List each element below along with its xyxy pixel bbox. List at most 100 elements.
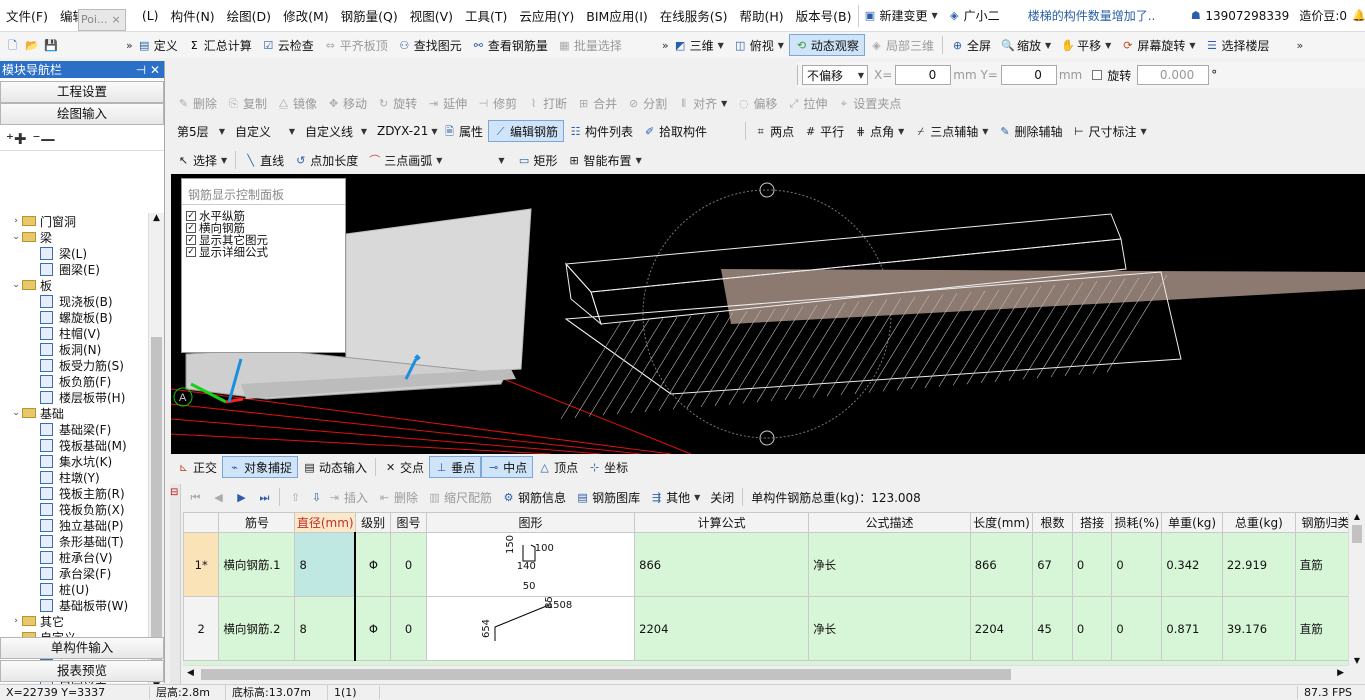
tree-node[interactable]: 板受力筋(S) <box>0 357 148 373</box>
pin-icon[interactable]: ⊣ <box>136 63 146 77</box>
cell-count[interactable]: 67 <box>1032 532 1073 597</box>
tree-node[interactable]: 筏板基础(M) <box>0 437 148 453</box>
user-account[interactable]: ☗ 13907298339 <box>1184 5 1294 27</box>
extend-button[interactable]: ⇥ 延伸 <box>422 92 472 114</box>
rebar-option[interactable]: ✓ 显示详细公式 <box>182 245 345 259</box>
chevron-down-icon[interactable]: ▼ <box>498 156 504 165</box>
object-snap-button[interactable]: ⌁ 对象捕捉 <box>222 456 299 478</box>
expander-icon[interactable]: ⌄ <box>10 408 22 418</box>
cell-total[interactable]: 39.176 <box>1221 596 1296 661</box>
select-button[interactable]: ↖ 选择 ▼ <box>172 149 232 171</box>
tree-node[interactable]: 基础板带(W) <box>0 597 148 613</box>
scroll-thumb[interactable] <box>1352 525 1362 543</box>
perpendicular-button[interactable]: ⊥ 垂点 <box>429 456 482 478</box>
cell-lap[interactable]: 0 <box>1071 596 1113 661</box>
cell-desc[interactable]: 净长 <box>808 596 971 661</box>
rotate-input[interactable]: 0.000 <box>1137 65 1210 85</box>
tree-node[interactable]: 楼层板带(H) <box>0 389 148 405</box>
menu-tools[interactable]: 工具(T) <box>459 6 513 25</box>
expander-icon[interactable]: › <box>10 216 22 226</box>
stretch-button[interactable]: ⤢ 拉伸 <box>782 92 832 114</box>
column-header[interactable]: 搭接 <box>1071 512 1113 533</box>
cell-dia[interactable]: 8 <box>294 532 357 597</box>
ortho-button[interactable]: ⊾ 正交 <box>172 456 222 478</box>
midpoint-button[interactable]: ⊸ 中点 <box>481 456 534 478</box>
set-grip-button[interactable]: ⌖ 设置夹点 <box>832 92 906 114</box>
offset-select[interactable]: 不偏移 ▼ <box>802 65 868 85</box>
last-icon[interactable]: ⏭ <box>258 491 271 504</box>
merge-button[interactable]: ⊞ 合并 <box>572 92 622 114</box>
rebar-library-button[interactable]: ▤ 钢筋图库 <box>571 486 645 508</box>
zoom-button[interactable]: 🔍 缩放 ▼ <box>996 34 1056 56</box>
tree-node[interactable]: 承台梁(F) <box>0 565 148 581</box>
checkbox-checked-icon[interactable]: ✓ <box>186 235 196 245</box>
column-header[interactable]: 长度(mm) <box>969 512 1034 533</box>
vertex-button[interactable]: △ 顶点 <box>533 456 583 478</box>
cell-len[interactable]: 866 <box>969 532 1034 597</box>
close-icon[interactable]: × <box>112 13 121 26</box>
cell-unit[interactable]: 0.342 <box>1161 532 1223 597</box>
3d-viewport[interactable]: A 钢筋显示控制面板 ✓ 水平纵筋 ✓ 横向钢筋 ✓ 显示其它图元 ✓ 显示详细公式 <box>171 174 1365 454</box>
column-header[interactable] <box>183 512 220 533</box>
cell-loss[interactable]: 0 <box>1111 596 1163 661</box>
three-point-arc-button[interactable]: ⌒ 三点画弧 ▼ <box>363 149 447 171</box>
collapse-all-icon[interactable]: ⁻— <box>33 130 56 148</box>
menu-cloud[interactable]: 云应用(Y) <box>513 6 580 25</box>
cell-total[interactable]: 22.919 <box>1221 532 1296 597</box>
column-header[interactable]: 计算公式 <box>634 512 810 533</box>
column-header[interactable]: 总重(kg) <box>1221 512 1296 533</box>
open-folder-icon[interactable]: 📂 <box>25 39 39 52</box>
first-icon[interactable]: ⏮ <box>189 491 202 504</box>
menu-help[interactable]: 帮助(H) <box>734 6 790 25</box>
column-header[interactable]: 单重(kg) <box>1161 512 1223 533</box>
project-settings-button[interactable]: 工程设置 <box>0 81 164 103</box>
properties-button[interactable]: 🗎 属性 <box>438 120 488 142</box>
notice-link[interactable]: 楼梯的构件数量增加了.. <box>1023 5 1161 27</box>
xiaoguang-button[interactable]: ◈ 广小二 <box>943 5 1005 27</box>
menu-rebar-qty[interactable]: 钢筋量(Q) <box>335 6 404 25</box>
prev-icon[interactable]: ◀ <box>212 491 225 504</box>
tree-node[interactable]: 现浇板(B) <box>0 293 148 309</box>
tree-node[interactable]: › 门窗洞 <box>0 213 148 229</box>
y-input[interactable]: 0 <box>1000 65 1057 85</box>
report-preview-button[interactable]: 报表预览 <box>0 660 164 682</box>
menu-bim[interactable]: BIM应用(I) <box>580 6 654 25</box>
delete-button[interactable]: ✎ 删除 <box>172 92 222 114</box>
menu-version[interactable]: 版本号(B) <box>790 6 858 25</box>
expand-all-icon[interactable]: ⁺✚ <box>6 130 27 148</box>
rectangle-button[interactable]: ▭ 矩形 <box>513 149 563 171</box>
table-row[interactable]: 2 横向钢筋.2 8 Φ 0 654 1508 85 2204 净长 2204 45 0 0 0.871 39… <box>183 596 1348 661</box>
cell-fig[interactable]: 0 <box>390 596 427 661</box>
checkbox-checked-icon[interactable]: ✓ <box>186 247 196 257</box>
pick-component-button[interactable]: ✐ 拾取构件 <box>638 120 712 142</box>
trim-button[interactable]: ⊣ 修剪 <box>472 92 522 114</box>
code-select[interactable]: ZDYX-21 ▼ <box>372 120 438 142</box>
tree-node[interactable]: 螺旋板(B) <box>0 309 148 325</box>
column-header[interactable]: 钢筋归类 <box>1294 512 1348 533</box>
rotate-checkbox[interactable] <box>1092 70 1103 80</box>
scroll-up-icon[interactable]: ▲ <box>149 213 164 227</box>
select-floor-button[interactable]: ☰ 选择楼层 <box>1200 34 1274 56</box>
bell-icon[interactable]: 🔔 <box>1352 9 1365 22</box>
view-rebar-qty-button[interactable]: ⚯ 查看钢筋量 <box>467 34 553 56</box>
intersection-button[interactable]: ✕ 交点 <box>379 456 429 478</box>
tree-node[interactable]: 独立基础(P) <box>0 517 148 533</box>
two-point-button[interactable]: ⌗ 两点 <box>749 120 799 142</box>
align-slab-top-button[interactable]: ⇔ 平齐板顶 <box>319 34 393 56</box>
table-row[interactable]: 1* 横向钢筋.1 8 Φ 0 150 100 140 50 866 净长 866 67 0 0 0.342 2… <box>183 532 1348 597</box>
find-element-button[interactable]: ⚇ 查找图元 <box>393 34 467 56</box>
insert-button[interactable]: ⇥ 插入 <box>323 486 373 508</box>
smart-layout-button[interactable]: ⊞ 智能布置 ▼ <box>563 149 647 171</box>
cell-len[interactable]: 2204 <box>969 596 1034 661</box>
cell-lap[interactable]: 0 <box>1071 532 1113 597</box>
cell-unit[interactable]: 0.871 <box>1161 596 1223 661</box>
checkbox-checked-icon[interactable]: ✓ <box>186 211 196 221</box>
scroll-left-icon[interactable]: ◀ <box>187 668 194 678</box>
column-header[interactable]: 图号 <box>390 512 427 533</box>
collapse-grid-icon[interactable]: ⊟ <box>170 487 178 498</box>
expander-icon[interactable]: ⌄ <box>10 280 22 290</box>
tree-node[interactable]: 条形基础(T) <box>0 533 148 549</box>
menu-l[interactable]: (L) <box>136 8 165 23</box>
scroll-thumb[interactable] <box>151 337 162 681</box>
column-header[interactable]: 损耗(%) <box>1111 512 1163 533</box>
